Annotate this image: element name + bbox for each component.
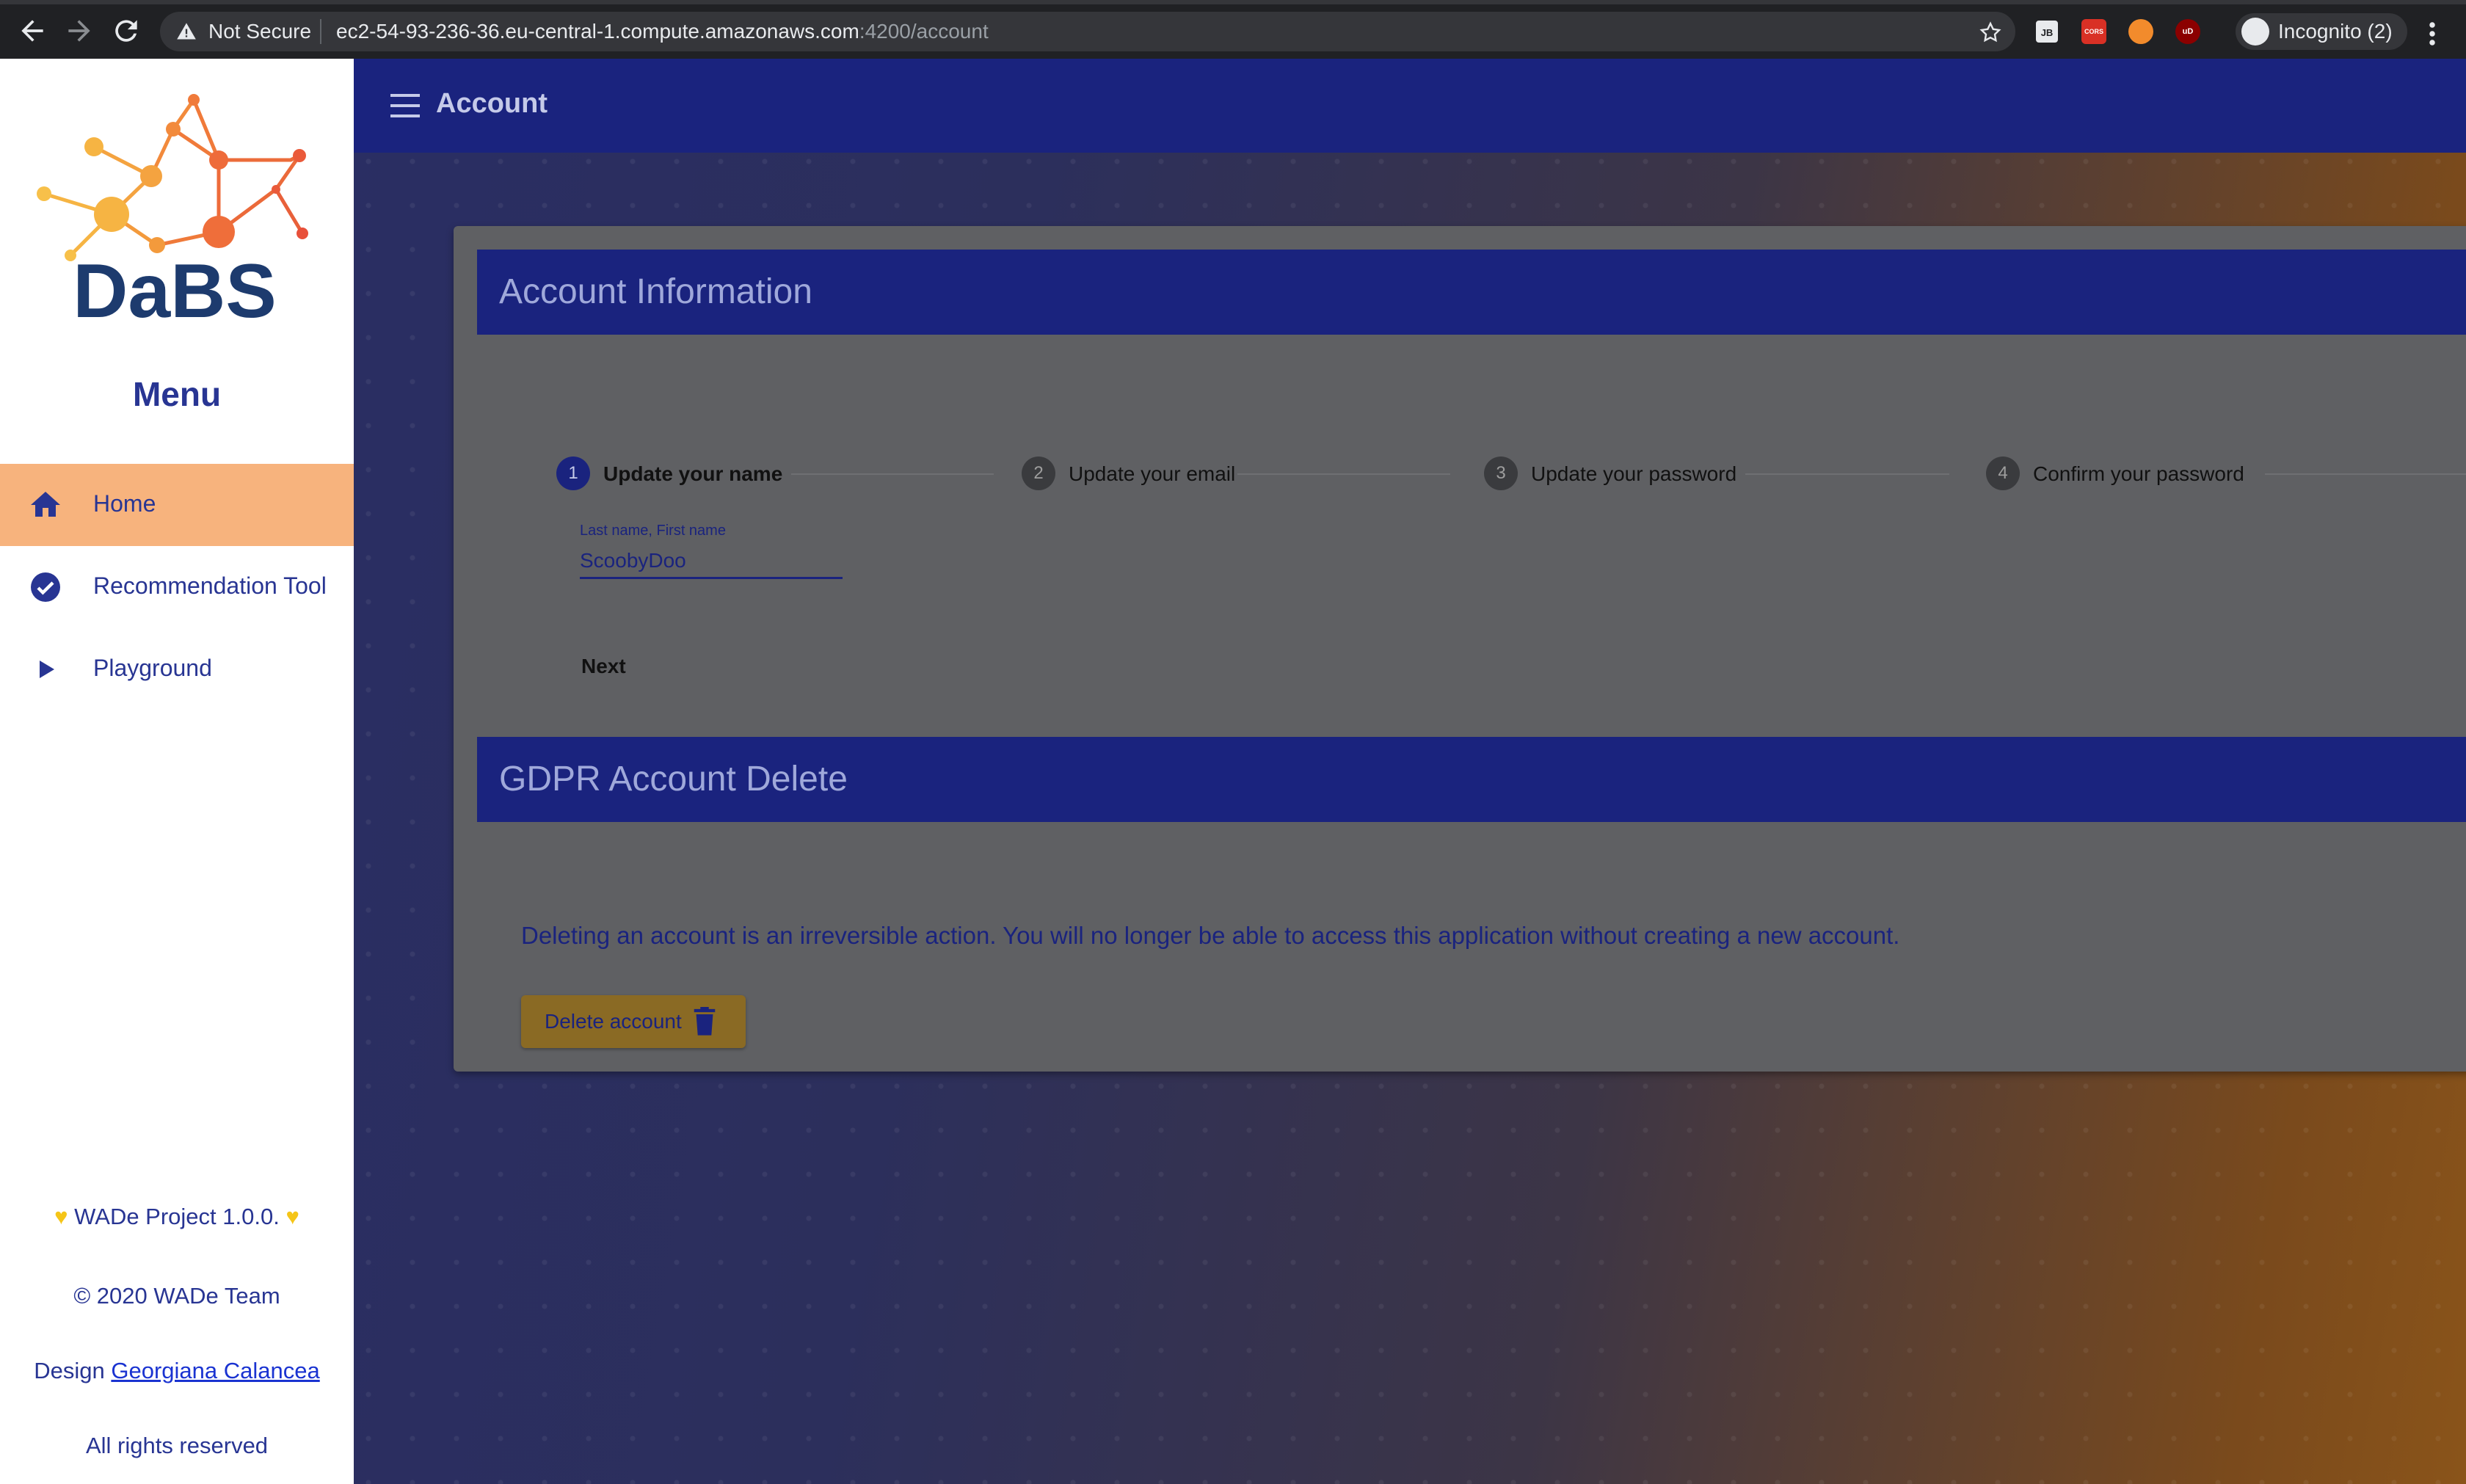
top-app-bar: Account [354, 59, 2466, 153]
footer-version: ♥ WADe Project 1.0.0. ♥ [0, 1204, 354, 1230]
gdpr-header: GDPR Account Delete [477, 737, 2466, 822]
yellow-heart-icon: ♥ [54, 1204, 68, 1229]
bookmark-star-icon[interactable] [1979, 21, 2002, 44]
hamburger-menu-icon[interactable] [390, 94, 420, 117]
sidebar: DaBS Menu Home Recommendation Tool Playg… [0, 59, 354, 1484]
security-label[interactable]: Not Secure [208, 21, 311, 43]
delete-account-button[interactable]: Delete account [521, 995, 746, 1048]
forward-icon[interactable] [63, 15, 95, 47]
step-number: 1 [556, 457, 590, 490]
incognito-label: Incognito (2) [2278, 20, 2393, 43]
check-circle-icon [31, 572, 60, 602]
name-field-label: Last name, First name [580, 523, 726, 539]
step-number: 3 [1484, 457, 1518, 490]
sidebar-item-playground[interactable]: Playground [0, 628, 354, 710]
menu-title: Menu [132, 375, 222, 413]
gdpr-warning-text: Deleting an account is an irreversible a… [521, 922, 1900, 949]
back-icon[interactable] [16, 15, 48, 47]
extension-basketball-icon[interactable] [2128, 19, 2153, 44]
incognito-icon [2241, 18, 2269, 46]
section-title: Account Information [499, 272, 812, 311]
section-title: GDPR Account Delete [499, 760, 848, 799]
extension-cors-icon[interactable]: CORS [2081, 19, 2106, 44]
design-prefix: Design [34, 1358, 105, 1383]
step-update-email[interactable]: 2 Update your email [1022, 457, 1236, 490]
warning-icon [177, 23, 196, 40]
sidebar-item-recommendation-tool[interactable]: Recommendation Tool [0, 546, 354, 628]
stepper-connector [1745, 473, 1949, 475]
address-bar[interactable]: Not Secure ec2-54-93-236-36.eu-central-1… [160, 12, 2015, 51]
reload-icon[interactable] [110, 15, 142, 47]
step-number: 4 [1986, 457, 2020, 490]
version-text: WADe Project 1.0.0. [74, 1204, 280, 1229]
browser-toolbar: Not Secure ec2-54-93-236-36.eu-central-1… [0, 0, 2466, 59]
designer-link[interactable]: Georgiana Calancea [111, 1358, 319, 1383]
step-label: Update your name [603, 462, 783, 485]
play-icon [40, 661, 54, 678]
stepper-connector [1237, 473, 1450, 475]
sidebar-item-label: Recommendation Tool [93, 572, 327, 599]
account-card: Account Information 1 Update your name 2… [454, 226, 2466, 1072]
step-update-password[interactable]: 3 Update your password [1484, 457, 1741, 490]
logo-text: DaBS [73, 249, 276, 320]
home-icon [31, 492, 60, 517]
extension-ublock-icon[interactable]: uD [2175, 19, 2200, 44]
step-label: Confirm your password [2033, 462, 2244, 485]
page-title: Account [436, 88, 548, 119]
sidebar-item-label: Home [93, 490, 156, 517]
footer-design: Design Georgiana Calancea [0, 1358, 354, 1384]
step-update-name[interactable]: 1 Update your name [556, 457, 782, 490]
footer-copyright: © 2020 WADe Team [73, 1283, 280, 1309]
footer-rights: All rights reserved [85, 1433, 269, 1458]
step-label: Update your password [1531, 462, 1737, 485]
incognito-profile-button[interactable]: Incognito (2) [2236, 13, 2407, 50]
step-number: 2 [1022, 457, 1055, 490]
account-information-header: Account Information [477, 250, 2466, 335]
name-input[interactable] [580, 545, 843, 579]
step-confirm-password[interactable]: 4 Confirm your password [1986, 457, 2258, 490]
url-text[interactable]: ec2-54-93-236-36.eu-central-1.compute.am… [336, 21, 989, 43]
stepper-connector [2265, 473, 2466, 475]
url-path: :4200/account [859, 20, 989, 43]
delete-account-label: Delete account [545, 1010, 682, 1033]
extension-jb-icon[interactable]: JB [2034, 19, 2059, 44]
sidebar-item-home[interactable]: Home [0, 464, 354, 546]
trash-icon [694, 1007, 716, 1036]
divider [320, 19, 321, 44]
main-content: Account Account Information 1 Update you… [354, 59, 2466, 1484]
yellow-heart-icon: ♥ [285, 1204, 299, 1229]
url-host: ec2-54-93-236-36.eu-central-1.compute.am… [336, 20, 859, 43]
dabs-logo[interactable]: DaBS [35, 85, 314, 320]
browser-menu-icon[interactable] [2426, 21, 2438, 47]
step-label: Update your email [1069, 462, 1236, 485]
next-button[interactable]: Next [568, 646, 656, 687]
sidebar-item-label: Playground [93, 655, 212, 681]
stepper-connector [791, 473, 994, 475]
